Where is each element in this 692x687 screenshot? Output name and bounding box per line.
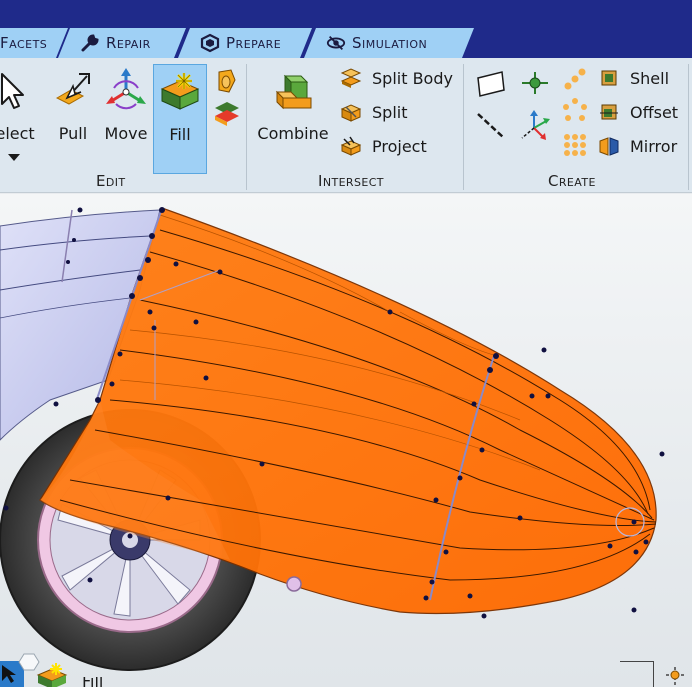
plane-button[interactable] <box>476 68 506 98</box>
axis-icon <box>477 113 505 139</box>
combine-label: Combine <box>257 124 329 143</box>
ribbon-tab-bar: Facets Repair Prepare Simulation <box>0 0 692 58</box>
combine-icon <box>275 74 312 110</box>
tab-repair[interactable]: Repair <box>58 28 186 58</box>
split-button[interactable]: Split <box>340 98 407 126</box>
replace-face-icon <box>215 102 239 126</box>
intersect-group-label: Intersect <box>318 172 384 190</box>
replace-face-button[interactable] <box>211 98 241 128</box>
split-body-icon <box>340 68 362 88</box>
point-button[interactable] <box>520 68 550 98</box>
tab-repair-label: Repair <box>106 34 151 52</box>
shell-icon <box>601 70 617 86</box>
origin-icon <box>521 110 550 140</box>
bottom-panel: Fill <box>0 653 692 687</box>
origin-button[interactable] <box>520 110 550 140</box>
project-label: Project <box>372 136 427 156</box>
structure-tree-item-label[interactable]: Fill <box>82 677 103 687</box>
wrench-icon <box>80 33 100 53</box>
move-button[interactable]: Move <box>102 64 150 168</box>
move-icon <box>106 68 146 110</box>
group-separator <box>246 64 247 190</box>
pull-button[interactable]: Pull <box>50 64 96 168</box>
group-separator <box>463 64 464 190</box>
split-icon <box>340 104 362 122</box>
shell-button[interactable]: Shell <box>598 64 669 92</box>
cursor-arrow-icon <box>2 665 16 683</box>
tab-facets-label: Facets <box>0 34 48 52</box>
arrow-cursor-icon <box>1 73 24 109</box>
orientation-widget-icon[interactable] <box>662 663 688 687</box>
split-body-label: Split Body <box>372 68 453 88</box>
select-label: Select <box>0 124 35 143</box>
pull-icon <box>55 73 90 105</box>
tab-simulation-label: Simulation <box>352 34 428 52</box>
linear-pattern-button[interactable] <box>560 64 590 94</box>
blend-button[interactable] <box>211 66 241 96</box>
tab-prepare-label: Prepare <box>226 34 282 52</box>
group-separator <box>688 64 689 190</box>
tab-simulation[interactable]: Simulation <box>304 28 474 58</box>
axis-button[interactable] <box>476 110 506 140</box>
split-body-button[interactable]: Split Body <box>340 64 453 92</box>
split-label: Split <box>372 102 408 122</box>
model-scene[interactable] <box>0 194 692 687</box>
select-button[interactable]: Select <box>0 64 40 168</box>
circular-pattern-icon <box>563 98 587 121</box>
shell-label: Shell <box>630 68 670 88</box>
tab-facets[interactable]: Facets <box>0 28 68 58</box>
fill-label: Fill <box>169 125 191 144</box>
mirror-icon <box>599 137 619 156</box>
circular-pattern-button[interactable] <box>560 96 590 126</box>
edit-group-label: Edit <box>96 172 126 190</box>
simulation-icon <box>326 33 346 53</box>
anchor-point[interactable] <box>286 576 302 592</box>
tab-prepare[interactable]: Prepare <box>178 28 312 58</box>
pull-label: Pull <box>58 124 88 143</box>
mirror-button[interactable]: Mirror <box>598 132 677 160</box>
panel-divider <box>620 661 654 662</box>
fill-tree-icon <box>36 663 68 687</box>
fill-icon <box>160 73 200 110</box>
offset-label: Offset <box>630 102 679 122</box>
project-icon <box>340 136 362 156</box>
design-viewport[interactable] <box>0 194 692 687</box>
blend-icon <box>218 69 236 93</box>
move-label: Move <box>104 124 148 143</box>
ribbon: Select Pull Move Fill <box>0 58 692 193</box>
prepare-icon <box>200 33 220 53</box>
fill-button[interactable]: Fill <box>153 64 207 174</box>
fill-pattern-button[interactable] <box>560 128 590 158</box>
create-group-label: Create <box>548 172 596 190</box>
fill-pattern-icon <box>564 134 586 156</box>
offset-icon <box>600 104 618 120</box>
project-button[interactable]: Project <box>340 132 427 160</box>
plane-icon <box>477 71 505 97</box>
combine-button[interactable]: Combine <box>256 64 330 168</box>
offset-button[interactable]: Offset <box>598 98 678 126</box>
mirror-label: Mirror <box>630 136 678 156</box>
select-dropdown-chevron-icon[interactable] <box>8 154 20 161</box>
point-icon <box>522 72 548 94</box>
linear-pattern-icon <box>564 68 586 90</box>
panel-divider <box>653 661 654 687</box>
